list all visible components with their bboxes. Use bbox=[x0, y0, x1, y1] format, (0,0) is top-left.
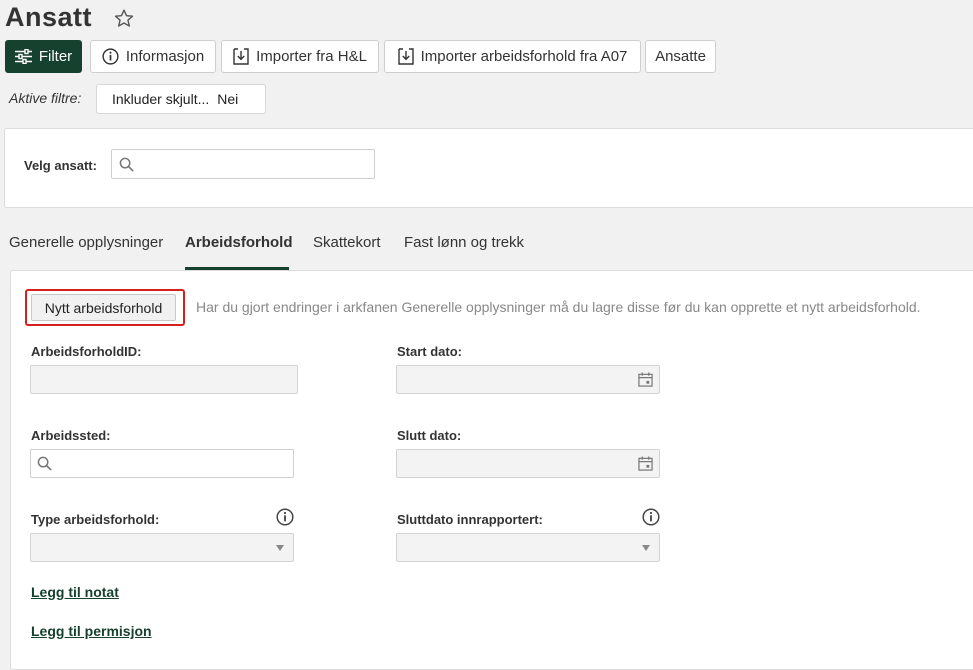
filter-pill[interactable]: Inkluder skjult... Nei bbox=[96, 84, 266, 114]
employment-type-label: Type arbeidsforhold: bbox=[31, 512, 160, 527]
start-date-label: Start dato: bbox=[397, 344, 462, 359]
filter-label: Filter bbox=[38, 48, 73, 65]
end-date-reported-label: Sluttdato innrapportert: bbox=[397, 512, 543, 527]
filter-icon bbox=[14, 49, 32, 64]
tab-bar: Generelle opplysninger Arbeidsforhold Sk… bbox=[0, 224, 973, 272]
employees-button[interactable]: Ansatte bbox=[645, 40, 716, 73]
end-date-field[interactable] bbox=[396, 449, 660, 478]
employees-label: Ansatte bbox=[655, 48, 706, 65]
start-date-field[interactable] bbox=[396, 365, 660, 394]
add-note-link[interactable]: Legg til notat bbox=[31, 584, 119, 600]
add-leave-link[interactable]: Legg til permisjon bbox=[31, 623, 152, 639]
end-date-label: Slutt dato: bbox=[397, 428, 462, 443]
end-date-reported-select[interactable] bbox=[396, 533, 660, 562]
employee-search-input[interactable] bbox=[111, 149, 375, 179]
active-filters-label: Aktive filtre: bbox=[9, 90, 82, 106]
tab-fixed-salary[interactable]: Fast lønn og trekk bbox=[404, 234, 524, 251]
workplace-label: Arbeidssted: bbox=[31, 428, 111, 443]
import-hl-label: Importer fra H&L bbox=[256, 48, 367, 65]
employment-type-select[interactable] bbox=[30, 533, 294, 562]
chevron-down-icon bbox=[642, 545, 650, 551]
info-button[interactable]: Informasjon bbox=[90, 40, 216, 73]
import-hl-button[interactable]: Importer fra H&L bbox=[221, 40, 379, 73]
new-employment-button[interactable]: Nytt arbeidsforhold bbox=[31, 294, 176, 321]
filter-pill-name: Inkluder skjult... bbox=[112, 91, 210, 107]
employment-id-label: ArbeidsforholdID: bbox=[31, 344, 142, 359]
new-employment-hint: Har du gjort endringer i arkfanen Genere… bbox=[196, 299, 921, 315]
chevron-down-icon bbox=[276, 545, 284, 551]
tab-employment[interactable]: Arbeidsforhold bbox=[185, 234, 293, 251]
info-label: Informasjon bbox=[125, 48, 205, 65]
import-icon bbox=[233, 48, 249, 65]
star-icon[interactable] bbox=[113, 8, 135, 29]
employee-select-panel: Velg ansatt: bbox=[4, 128, 973, 208]
search-icon bbox=[119, 157, 134, 172]
workplace-search-input[interactable] bbox=[30, 449, 294, 478]
import-icon bbox=[397, 48, 414, 65]
import-a07-label: Importer arbeidsforhold fra A07 bbox=[420, 48, 628, 65]
filter-button[interactable]: Filter bbox=[5, 40, 82, 73]
page-title: Ansatt bbox=[5, 2, 93, 32]
info-icon[interactable] bbox=[276, 508, 294, 526]
calendar-icon[interactable] bbox=[638, 372, 653, 387]
calendar-icon[interactable] bbox=[638, 456, 653, 471]
info-icon bbox=[102, 48, 119, 65]
import-a07-button[interactable]: Importer arbeidsforhold fra A07 bbox=[384, 40, 641, 73]
employment-id-field bbox=[30, 365, 298, 394]
employee-select-label: Velg ansatt: bbox=[24, 158, 97, 173]
search-icon bbox=[37, 456, 52, 471]
tab-tax-card[interactable]: Skattekort bbox=[313, 234, 381, 251]
tab-general[interactable]: Generelle opplysninger bbox=[9, 234, 163, 251]
filter-pill-value: Nei bbox=[217, 91, 239, 107]
info-icon[interactable] bbox=[642, 508, 660, 526]
